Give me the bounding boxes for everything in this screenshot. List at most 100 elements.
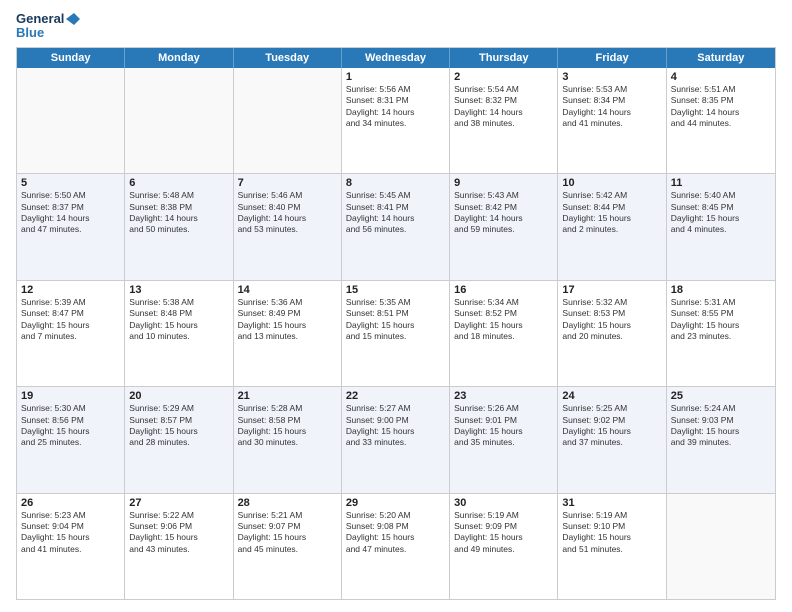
calendar-cell-0-0 [17,68,125,173]
calendar-cell-1-4: 9Sunrise: 5:43 AM Sunset: 8:42 PM Daylig… [450,174,558,279]
day-number: 7 [238,177,337,189]
day-info: Sunrise: 5:29 AM Sunset: 8:57 PM Dayligh… [129,403,228,449]
day-info: Sunrise: 5:35 AM Sunset: 8:51 PM Dayligh… [346,297,445,343]
day-number: 20 [129,390,228,402]
calendar-cell-4-3: 29Sunrise: 5:20 AM Sunset: 9:08 PM Dayli… [342,494,450,599]
calendar-cell-3-6: 25Sunrise: 5:24 AM Sunset: 9:03 PM Dayli… [667,387,775,492]
day-number: 30 [454,497,553,509]
header-day-saturday: Saturday [667,48,775,68]
day-info: Sunrise: 5:34 AM Sunset: 8:52 PM Dayligh… [454,297,553,343]
calendar-cell-2-2: 14Sunrise: 5:36 AM Sunset: 8:49 PM Dayli… [234,281,342,386]
calendar-cell-1-2: 7Sunrise: 5:46 AM Sunset: 8:40 PM Daylig… [234,174,342,279]
calendar-row-0: 1Sunrise: 5:56 AM Sunset: 8:31 PM Daylig… [17,68,775,174]
day-info: Sunrise: 5:19 AM Sunset: 9:09 PM Dayligh… [454,510,553,556]
day-number: 10 [562,177,661,189]
calendar-cell-0-5: 3Sunrise: 5:53 AM Sunset: 8:34 PM Daylig… [558,68,666,173]
day-info: Sunrise: 5:32 AM Sunset: 8:53 PM Dayligh… [562,297,661,343]
day-info: Sunrise: 5:53 AM Sunset: 8:34 PM Dayligh… [562,84,661,130]
calendar-row-1: 5Sunrise: 5:50 AM Sunset: 8:37 PM Daylig… [17,174,775,280]
day-number: 2 [454,71,553,83]
logo-arrow-icon [66,13,80,25]
calendar-cell-4-0: 26Sunrise: 5:23 AM Sunset: 9:04 PM Dayli… [17,494,125,599]
header-day-thursday: Thursday [450,48,558,68]
day-info: Sunrise: 5:36 AM Sunset: 8:49 PM Dayligh… [238,297,337,343]
calendar-cell-4-6 [667,494,775,599]
day-info: Sunrise: 5:24 AM Sunset: 9:03 PM Dayligh… [671,403,771,449]
calendar-cell-1-3: 8Sunrise: 5:45 AM Sunset: 8:41 PM Daylig… [342,174,450,279]
day-number: 8 [346,177,445,189]
calendar-row-3: 19Sunrise: 5:30 AM Sunset: 8:56 PM Dayli… [17,387,775,493]
calendar-cell-2-0: 12Sunrise: 5:39 AM Sunset: 8:47 PM Dayli… [17,281,125,386]
calendar-row-4: 26Sunrise: 5:23 AM Sunset: 9:04 PM Dayli… [17,494,775,599]
day-info: Sunrise: 5:30 AM Sunset: 8:56 PM Dayligh… [21,403,120,449]
header-day-monday: Monday [125,48,233,68]
day-number: 1 [346,71,445,83]
day-number: 22 [346,390,445,402]
calendar-cell-4-5: 31Sunrise: 5:19 AM Sunset: 9:10 PM Dayli… [558,494,666,599]
day-info: Sunrise: 5:45 AM Sunset: 8:41 PM Dayligh… [346,190,445,236]
calendar-cell-1-1: 6Sunrise: 5:48 AM Sunset: 8:38 PM Daylig… [125,174,233,279]
calendar-cell-0-2 [234,68,342,173]
calendar-header: SundayMondayTuesdayWednesdayThursdayFrid… [17,48,775,68]
day-number: 29 [346,497,445,509]
day-number: 3 [562,71,661,83]
day-number: 25 [671,390,771,402]
day-info: Sunrise: 5:50 AM Sunset: 8:37 PM Dayligh… [21,190,120,236]
logo-text: General Blue [16,12,80,41]
logo: General Blue [16,12,80,41]
header: General Blue [16,12,776,41]
day-info: Sunrise: 5:27 AM Sunset: 9:00 PM Dayligh… [346,403,445,449]
calendar-cell-4-4: 30Sunrise: 5:19 AM Sunset: 9:09 PM Dayli… [450,494,558,599]
calendar-cell-1-6: 11Sunrise: 5:40 AM Sunset: 8:45 PM Dayli… [667,174,775,279]
calendar-cell-3-1: 20Sunrise: 5:29 AM Sunset: 8:57 PM Dayli… [125,387,233,492]
calendar-cell-2-1: 13Sunrise: 5:38 AM Sunset: 8:48 PM Dayli… [125,281,233,386]
day-number: 11 [671,177,771,189]
calendar-cell-0-6: 4Sunrise: 5:51 AM Sunset: 8:35 PM Daylig… [667,68,775,173]
calendar-cell-0-1 [125,68,233,173]
day-number: 9 [454,177,553,189]
day-number: 6 [129,177,228,189]
day-info: Sunrise: 5:39 AM Sunset: 8:47 PM Dayligh… [21,297,120,343]
day-number: 12 [21,284,120,296]
day-info: Sunrise: 5:43 AM Sunset: 8:42 PM Dayligh… [454,190,553,236]
day-number: 19 [21,390,120,402]
day-number: 17 [562,284,661,296]
logo-general: General [16,12,64,26]
day-number: 23 [454,390,553,402]
day-info: Sunrise: 5:23 AM Sunset: 9:04 PM Dayligh… [21,510,120,556]
page: General Blue SundayMondayTuesdayWednesda… [0,0,792,612]
calendar-cell-2-3: 15Sunrise: 5:35 AM Sunset: 8:51 PM Dayli… [342,281,450,386]
day-info: Sunrise: 5:22 AM Sunset: 9:06 PM Dayligh… [129,510,228,556]
calendar-row-2: 12Sunrise: 5:39 AM Sunset: 8:47 PM Dayli… [17,281,775,387]
day-info: Sunrise: 5:21 AM Sunset: 9:07 PM Dayligh… [238,510,337,556]
day-number: 24 [562,390,661,402]
header-day-wednesday: Wednesday [342,48,450,68]
day-info: Sunrise: 5:25 AM Sunset: 9:02 PM Dayligh… [562,403,661,449]
calendar-cell-3-2: 21Sunrise: 5:28 AM Sunset: 8:58 PM Dayli… [234,387,342,492]
calendar-cell-4-2: 28Sunrise: 5:21 AM Sunset: 9:07 PM Dayli… [234,494,342,599]
calendar-cell-2-6: 18Sunrise: 5:31 AM Sunset: 8:55 PM Dayli… [667,281,775,386]
calendar-cell-3-0: 19Sunrise: 5:30 AM Sunset: 8:56 PM Dayli… [17,387,125,492]
logo-blue: Blue [16,26,80,40]
day-info: Sunrise: 5:54 AM Sunset: 8:32 PM Dayligh… [454,84,553,130]
calendar-cell-1-5: 10Sunrise: 5:42 AM Sunset: 8:44 PM Dayli… [558,174,666,279]
day-number: 21 [238,390,337,402]
calendar-body: 1Sunrise: 5:56 AM Sunset: 8:31 PM Daylig… [17,68,775,599]
day-info: Sunrise: 5:46 AM Sunset: 8:40 PM Dayligh… [238,190,337,236]
calendar-cell-1-0: 5Sunrise: 5:50 AM Sunset: 8:37 PM Daylig… [17,174,125,279]
day-number: 5 [21,177,120,189]
calendar-cell-2-5: 17Sunrise: 5:32 AM Sunset: 8:53 PM Dayli… [558,281,666,386]
calendar-cell-4-1: 27Sunrise: 5:22 AM Sunset: 9:06 PM Dayli… [125,494,233,599]
day-number: 27 [129,497,228,509]
day-info: Sunrise: 5:20 AM Sunset: 9:08 PM Dayligh… [346,510,445,556]
day-info: Sunrise: 5:19 AM Sunset: 9:10 PM Dayligh… [562,510,661,556]
day-info: Sunrise: 5:31 AM Sunset: 8:55 PM Dayligh… [671,297,771,343]
calendar-cell-3-4: 23Sunrise: 5:26 AM Sunset: 9:01 PM Dayli… [450,387,558,492]
header-day-tuesday: Tuesday [234,48,342,68]
day-info: Sunrise: 5:48 AM Sunset: 8:38 PM Dayligh… [129,190,228,236]
day-info: Sunrise: 5:40 AM Sunset: 8:45 PM Dayligh… [671,190,771,236]
calendar-cell-0-3: 1Sunrise: 5:56 AM Sunset: 8:31 PM Daylig… [342,68,450,173]
day-info: Sunrise: 5:42 AM Sunset: 8:44 PM Dayligh… [562,190,661,236]
day-number: 15 [346,284,445,296]
day-info: Sunrise: 5:51 AM Sunset: 8:35 PM Dayligh… [671,84,771,130]
